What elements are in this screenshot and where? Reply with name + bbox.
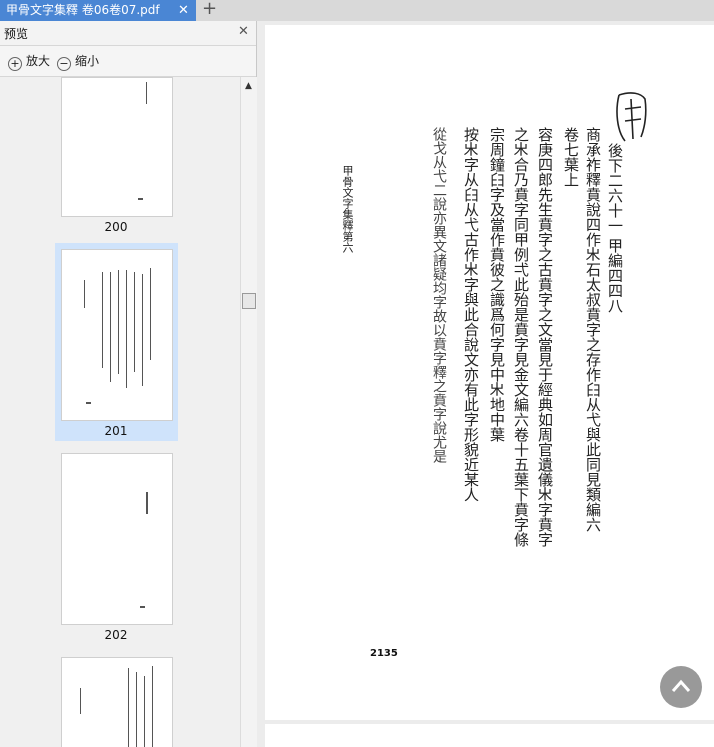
thumbnail-label: 201 [104,424,128,438]
add-tab-button[interactable]: + [202,0,217,19]
thumbnail-text-mark [142,274,143,386]
text-column-8: 從戈从弋二說亦異文諸疑均字故以賁字釋之賁字說尤是 [431,127,447,463]
text-column-4: 容庚四郎先生賁字之古賁字之文當見于經典如周官遺儀𣎵字賁字 [536,127,554,547]
thumbnail-text-mark [140,606,145,608]
zoom-out-button[interactable]: − 缩小 [57,52,99,71]
close-icon[interactable]: ✕ [178,0,189,21]
thumbnail-text-mark [144,676,145,747]
thumbnail-text-mark [102,272,103,368]
text-column-6: 宗周鐘𦥑字及當作賁彼之識爲何字見中𣎵地中葉 [488,127,506,442]
close-panel-icon[interactable]: ✕ [238,24,249,39]
thumbnail-text-mark [146,82,147,104]
thumbnail-list: 200 201 202 [0,77,240,747]
text-column-7: 按𣎵字从𦥑从弋古作𣎵字與此合說文亦有此字形貌近某人 [462,127,480,502]
thumbnail-scrollbar[interactable]: ▲ [240,77,257,747]
page-number: 2135 [370,648,398,659]
thumbnail-text-mark [86,402,91,404]
thumbnail-page-202[interactable] [61,453,173,625]
pdf-page: 後下二六十一 甲編四四八 商承祚釋賁說四作𣎵石太叔賁字之存作𦥑从弋與此同見類編六… [265,25,714,720]
scroll-up-icon[interactable]: ▲ [245,81,252,91]
panel-header: 预览 ✕ [0,21,256,46]
thumbnail-text-mark [150,268,151,360]
thumbnail-text-mark [126,270,127,388]
document-tab[interactable]: 甲骨文字集釋 卷06卷07.pdf ✕ [0,0,196,21]
thumbnail-text-mark [110,272,111,382]
oracle-bone-glyph-image [616,92,647,142]
thumbnail-text-mark [134,272,135,372]
text-column-5: 之𣎵合乃賁字同甲例弌此殆是賁字見金文編六卷十五葉下賁字條 [512,127,530,547]
zoom-out-icon: − [57,57,71,71]
running-head: 甲骨文字集釋第六 [341,165,354,253]
thumbnail-text-mark [80,688,81,714]
zoom-in-button[interactable]: + 放大 [8,52,50,71]
text-column-2: 商承祚釋賁說四作𣎵石太叔賁字之存作𦥑从弋與此同見類編六 [584,127,602,532]
preview-panel: 预览 ✕ + 放大 − 缩小 200 201 202 ▲ [0,21,257,747]
zoom-toolbar: + 放大 − 缩小 [0,46,256,77]
tab-bar: 甲骨文字集釋 卷06卷07.pdf ✕ + [0,0,714,21]
thumbnail-text-mark [136,672,137,747]
thumbnail-page-200[interactable] [61,77,173,217]
thumbnail-text-mark [118,270,119,374]
thumbnail-label: 202 [104,628,128,642]
text-column-3: 卷七葉上 [562,127,580,187]
back-to-top-button[interactable] [660,666,702,708]
zoom-in-icon: + [8,57,22,71]
thumbnail-page-201[interactable] [61,249,173,421]
thumbnail-text-mark [152,666,153,747]
thumbnail-text-mark [128,668,129,747]
chevron-up-icon [671,679,691,692]
text-column-1: 後下二六十一 甲編四四八 [606,143,624,313]
scrollbar-thumb[interactable] [242,293,256,309]
thumbnail-text-mark [146,492,148,514]
zoom-out-label: 缩小 [75,54,100,68]
thumbnail-page-203[interactable] [61,657,173,747]
thumbnail-label: 200 [104,220,128,234]
thumbnail-text-mark [84,280,85,308]
zoom-in-label: 放大 [26,54,51,68]
next-pdf-page [265,724,714,747]
tab-title: 甲骨文字集釋 卷06卷07.pdf [6,3,160,17]
thumbnail-text-mark [138,198,143,200]
panel-title: 预览 [4,27,29,41]
